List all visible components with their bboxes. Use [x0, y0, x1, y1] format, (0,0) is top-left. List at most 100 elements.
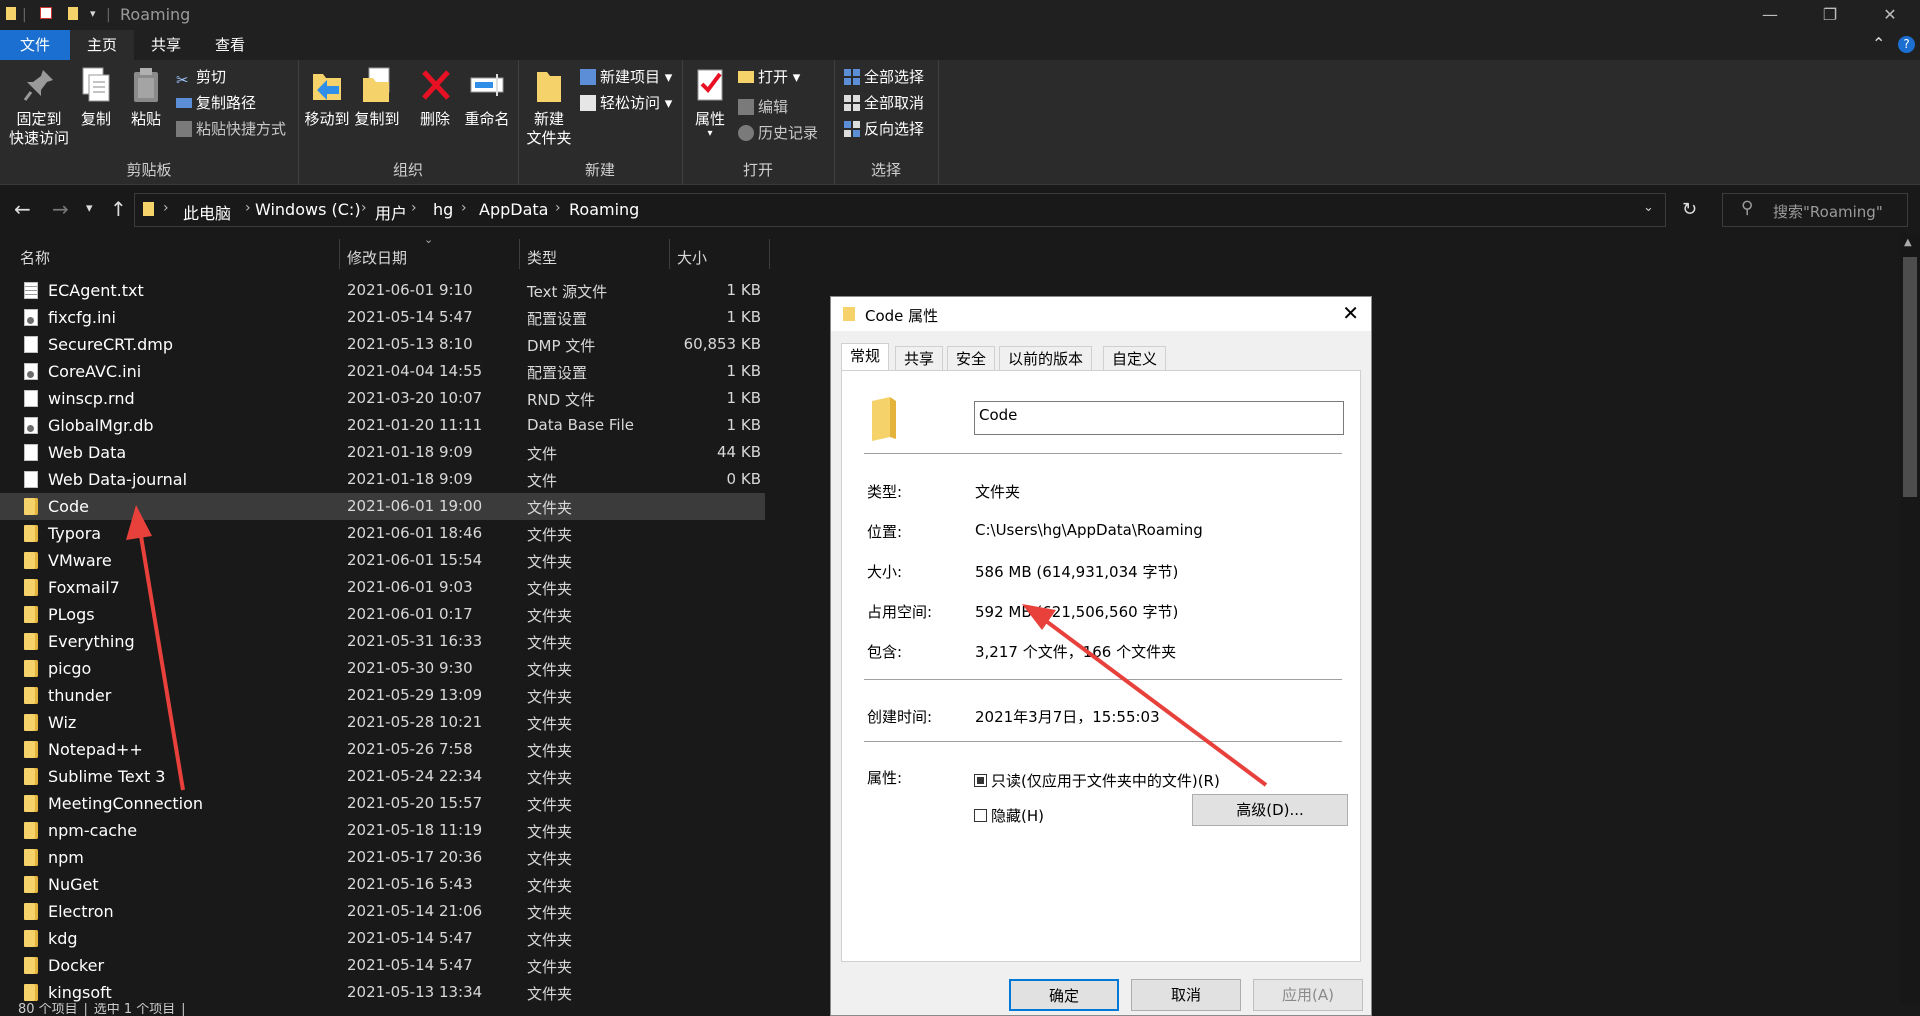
breadcrumb-users[interactable]: 用户	[375, 200, 407, 224]
recent-locations-icon[interactable]: ▾	[86, 201, 93, 216]
file-row[interactable]: GlobalMgr.db 2021-01-20 11:11 Data Base Fi…	[0, 412, 765, 439]
help-icon[interactable]: ?	[1898, 36, 1915, 53]
rename-button[interactable]: 重命名	[462, 66, 512, 129]
column-header-size[interactable]: 大小	[677, 241, 707, 275]
copy-to-button[interactable]: 复制到	[354, 66, 400, 129]
tab-share[interactable]: 共享	[134, 30, 198, 60]
file-row[interactable]: thunder 2021-05-29 13:09 文件夹	[0, 682, 765, 709]
tab-general[interactable]: 常规	[841, 343, 890, 372]
breadcrumb-drive[interactable]: Windows (C:)	[255, 200, 361, 219]
breadcrumb-this-pc[interactable]: 此电脑	[183, 200, 231, 224]
address-bar[interactable]: › 此电脑 › Windows (C:) › 用户 › hg › AppData…	[134, 193, 1666, 227]
tab-customize[interactable]: 自定义	[1103, 346, 1167, 371]
breadcrumb-roaming[interactable]: Roaming	[569, 200, 639, 219]
tab-file[interactable]: 文件	[0, 30, 70, 60]
paste-shortcut-button[interactable]: 粘贴快捷方式	[176, 118, 286, 140]
copy-path-button[interactable]: 复制路径	[176, 92, 256, 114]
new-item-button[interactable]: 新建项目 ▾	[580, 66, 672, 88]
breadcrumb-user[interactable]: hg	[433, 200, 453, 219]
close-icon[interactable]: ✕	[1342, 301, 1359, 325]
customize-quick-access-icon[interactable]: ▾	[90, 7, 96, 20]
file-row[interactable]: Docker 2021-05-14 5:47 文件夹	[0, 952, 765, 979]
folder-name-field[interactable]: Code	[974, 401, 1344, 435]
readonly-checkbox[interactable]: 只读(仅应用于文件夹中的文件)(R)	[974, 770, 1220, 791]
refresh-icon[interactable]: ↻	[1682, 199, 1697, 220]
file-row[interactable]: fixcfg.ini 2021-05-14 5:47 配置设置 1 KB	[0, 304, 765, 331]
file-row[interactable]: NuGet 2021-05-16 5:43 文件夹	[0, 871, 765, 898]
easy-access-button[interactable]: 轻松访问 ▾	[580, 92, 672, 114]
file-row[interactable]: Web Data-journal 2021-01-18 9:09 文件 0 KB	[0, 466, 765, 493]
file-row[interactable]: ECAgent.txt 2021-06-01 9:10 Text 源文件 1 KB	[0, 277, 765, 304]
properties-button[interactable]: 属性 ▾	[692, 66, 728, 139]
folder-icon	[24, 822, 38, 839]
tab-security[interactable]: 安全	[947, 346, 996, 371]
tab-home[interactable]: 主页	[70, 30, 134, 60]
select-all-button[interactable]: 全部选择	[844, 66, 924, 88]
delete-button[interactable]: 删除	[418, 66, 452, 129]
file-row[interactable]: Wiz 2021-05-28 10:21 文件夹	[0, 709, 765, 736]
paste-button[interactable]: 粘贴	[124, 66, 168, 129]
tab-previous-versions[interactable]: 以前的版本	[999, 346, 1093, 371]
cancel-button[interactable]: 取消	[1131, 979, 1241, 1011]
pin-quick-access-button[interactable]: 固定到 快速访问	[6, 66, 72, 148]
tab-view[interactable]: 查看	[198, 30, 262, 60]
file-row[interactable]: npm-cache 2021-05-18 11:19 文件夹	[0, 817, 765, 844]
properties-quick-icon[interactable]	[40, 7, 52, 23]
scroll-up-icon[interactable]: ▲	[1904, 237, 1912, 248]
file-row[interactable]: CoreAVC.ini 2021-04-04 14:55 配置设置 1 KB	[0, 358, 765, 385]
file-row[interactable]: SecureCRT.dmp 2021-05-13 8:10 DMP 文件 60,853…	[0, 331, 765, 358]
restore-icon[interactable]: ❐	[1800, 0, 1860, 30]
open-button[interactable]: 打开 ▾	[738, 66, 800, 88]
edit-button[interactable]: 编辑	[738, 96, 788, 118]
file-type: Text 源文件	[527, 283, 608, 301]
address-history-icon[interactable]: ⌄	[1643, 200, 1654, 215]
file-row[interactable]: Code 2021-06-01 19:00 文件夹	[0, 493, 765, 520]
file-size: 1 KB	[726, 281, 761, 299]
column-header-date[interactable]: 修改日期	[347, 241, 407, 275]
close-icon[interactable]: ✕	[1860, 0, 1920, 30]
file-row[interactable]: winscp.rnd 2021-03-20 10:07 RND 文件 1 KB	[0, 385, 765, 412]
back-icon[interactable]: ←	[14, 197, 31, 221]
file-row[interactable]: Sublime Text 3 2021-05-24 22:34 文件夹	[0, 763, 765, 790]
column-header-type[interactable]: 类型	[527, 241, 557, 275]
up-icon[interactable]: ↑	[110, 197, 127, 221]
file-row[interactable]: Typora 2021-06-01 18:46 文件夹	[0, 520, 765, 547]
cut-button[interactable]: ✂ 剪切	[176, 66, 226, 89]
invert-selection-button[interactable]: 反向选择	[844, 118, 924, 140]
select-none-button[interactable]: 全部取消	[844, 92, 924, 114]
file-type: 文件夹	[527, 661, 573, 679]
vertical-scrollbar[interactable]: ▲	[1900, 233, 1920, 1016]
search-box[interactable]: ⚲ 搜索"Roaming"	[1722, 193, 1908, 227]
breadcrumb-appdata[interactable]: AppData	[479, 200, 548, 219]
advanced-button[interactable]: 高级(D)...	[1192, 794, 1348, 826]
ok-button[interactable]: 确定	[1009, 979, 1119, 1011]
file-row[interactable]: kdg 2021-05-14 5:47 文件夹	[0, 925, 765, 952]
move-to-button[interactable]: 移动到	[304, 66, 350, 129]
apply-button[interactable]: 应用(A)	[1253, 979, 1363, 1011]
file-date: 2021-01-20 11:11	[347, 416, 483, 434]
file-row[interactable]: MeetingConnection 2021-05-20 15:57 文件夹	[0, 790, 765, 817]
scrollbar-thumb[interactable]	[1903, 257, 1917, 497]
file-row[interactable]: Notepad++ 2021-05-26 7:58 文件夹	[0, 736, 765, 763]
column-header-name[interactable]: 名称	[20, 241, 50, 275]
minimize-icon[interactable]: —	[1740, 0, 1800, 30]
history-button[interactable]: 历史记录	[738, 122, 818, 144]
file-row[interactable]: npm 2021-05-17 20:36 文件夹	[0, 844, 765, 871]
file-type: 文件夹	[527, 796, 573, 814]
forward-icon[interactable]: →	[52, 197, 69, 221]
file-row[interactable]: Web Data 2021-01-18 9:09 文件 44 KB	[0, 439, 765, 466]
copy-button[interactable]: 复制	[76, 66, 116, 129]
file-row[interactable]: Electron 2021-05-14 21:06 文件夹	[0, 898, 765, 925]
folder-icon	[6, 7, 16, 24]
file-row[interactable]: VMware 2021-06-01 15:54 文件夹	[0, 547, 765, 574]
file-row[interactable]: picgo 2021-05-30 9:30 文件夹	[0, 655, 765, 682]
hidden-checkbox[interactable]: 隐藏(H)	[974, 805, 1044, 826]
new-folder-quick-icon[interactable]	[68, 7, 78, 24]
tab-sharing[interactable]: 共享	[895, 346, 944, 371]
file-row[interactable]: PLogs 2021-06-01 0:17 文件夹	[0, 601, 765, 628]
collapse-ribbon-icon[interactable]: ⌃	[1872, 34, 1885, 53]
file-row[interactable]: Foxmail7 2021-06-01 9:03 文件夹	[0, 574, 765, 601]
file-row[interactable]: kingsoft 2021-05-13 13:34 文件夹	[0, 979, 765, 1003]
new-folder-button[interactable]: 新建 文件夹	[526, 66, 572, 148]
file-row[interactable]: Everything 2021-05-31 16:33 文件夹	[0, 628, 765, 655]
